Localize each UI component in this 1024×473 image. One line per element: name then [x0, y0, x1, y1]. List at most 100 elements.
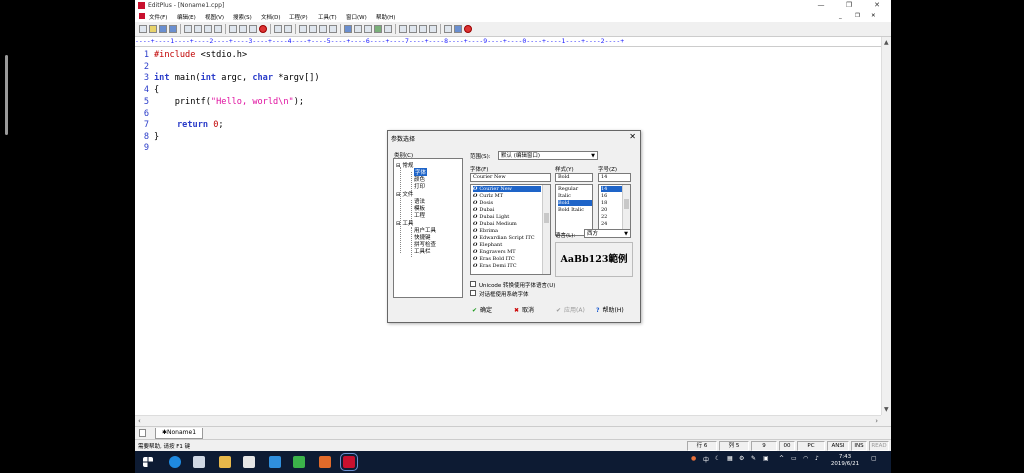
mdi-close-button[interactable]: ✕ — [871, 13, 876, 19]
menu-help[interactable]: 帮助(H) — [376, 13, 395, 21]
menu-project[interactable]: 工程(P) — [289, 13, 308, 21]
tray-network-icon[interactable]: ▣ — [763, 455, 769, 462]
list-item[interactable]: Italic — [558, 193, 571, 199]
list-item[interactable]: O Engravers MT — [473, 249, 516, 255]
cancel-button[interactable]: ✖ 取消 — [514, 305, 534, 317]
undo-icon[interactable] — [274, 25, 282, 33]
tree-item-print[interactable]: 打印 — [414, 182, 425, 190]
apply-button[interactable]: ✔ 应用(A) — [556, 305, 585, 317]
column-select-icon[interactable] — [384, 25, 392, 33]
start-icon[interactable] — [143, 457, 153, 467]
unicode-checkbox-label[interactable]: Unicode 转换使用字体语言(U) — [479, 281, 555, 289]
app-icon-blue[interactable] — [269, 456, 281, 468]
menu-view[interactable]: 视图(V) — [205, 13, 224, 21]
tray-tools-icon[interactable]: ✎ — [751, 455, 756, 462]
mail-icon[interactable] — [243, 456, 255, 468]
list-item[interactable]: O Eras Demi ITC — [473, 263, 517, 269]
tree-item-general[interactable]: ⊟ 常规 — [396, 161, 413, 169]
menu-search[interactable]: 搜索(S) — [233, 13, 252, 21]
taskbar-clock[interactable]: 7:43 2019/6/21 — [825, 454, 865, 468]
mdi-minimize-button[interactable]: _ — [839, 13, 842, 19]
tree-item-project[interactable]: 工程 — [414, 211, 425, 219]
spellcheck-icon[interactable] — [204, 25, 212, 33]
size-input[interactable]: 14 — [598, 173, 631, 182]
list-item[interactable]: 16 — [601, 193, 607, 199]
unicode-checkbox[interactable] — [470, 281, 476, 287]
scroll-right-icon[interactable]: › — [875, 417, 878, 425]
paste-icon[interactable] — [249, 25, 257, 33]
notification-center-icon[interactable]: ▢ — [871, 455, 877, 462]
tray-settings-icon[interactable]: ⚙ — [739, 455, 744, 462]
tree-item-toolbar[interactable]: 工具栏 — [414, 247, 431, 255]
list-item[interactable]: O Dubai Medium — [473, 221, 517, 227]
font-list-scrollbar[interactable] — [542, 185, 550, 274]
stop-icon[interactable] — [464, 25, 472, 33]
list-item[interactable]: 24 — [601, 221, 607, 227]
find-next-icon[interactable] — [319, 25, 327, 33]
output-window-icon[interactable] — [429, 25, 437, 33]
replace-icon[interactable] — [309, 25, 317, 33]
copy-icon[interactable] — [239, 25, 247, 33]
system-font-checkbox-label[interactable]: 对话框使用系统字体 — [479, 290, 529, 298]
tree-item-tools[interactable]: ⊟ 工具 — [396, 219, 413, 227]
list-item[interactable]: O Curlz MT — [473, 193, 503, 199]
word-wrap-icon[interactable] — [354, 25, 362, 33]
scroll-thumb[interactable] — [544, 213, 549, 223]
store-icon[interactable] — [193, 456, 205, 468]
minimize-button[interactable]: — — [807, 0, 835, 11]
menu-tools[interactable]: 工具(T) — [318, 13, 337, 21]
dialog-close-icon[interactable]: ✕ — [629, 132, 636, 141]
list-item[interactable]: Regular — [558, 186, 578, 192]
list-item[interactable]: O Dosis — [473, 200, 493, 206]
edge-browser-icon[interactable] — [169, 456, 181, 468]
delete-icon[interactable] — [259, 25, 267, 33]
scroll-left-icon[interactable]: ‹ — [138, 417, 141, 425]
clipboard-icon[interactable] — [214, 25, 222, 33]
browser-icon[interactable] — [399, 25, 407, 33]
list-item[interactable]: 20 — [601, 207, 607, 213]
close-button[interactable]: ✕ — [863, 0, 891, 11]
tree-item-files[interactable]: ⊟ 文件 — [396, 190, 413, 198]
language-select[interactable]: 西方 ▼ — [584, 229, 631, 238]
list-item[interactable]: 14 — [601, 186, 623, 192]
tray-battery-icon[interactable]: ▭ — [791, 455, 797, 462]
system-font-checkbox[interactable] — [470, 290, 476, 296]
menu-edit[interactable]: 编辑(E) — [177, 13, 196, 21]
ime-indicator[interactable]: 中 — [703, 455, 709, 464]
print-preview-icon[interactable] — [194, 25, 202, 33]
tab-noname1[interactable]: ✱Noname1 — [155, 428, 204, 439]
open-folder-icon[interactable] — [149, 25, 157, 33]
list-item[interactable]: O Eras Bold ITC — [473, 256, 515, 262]
preferences-icon[interactable] — [444, 25, 452, 33]
document-menu-icon[interactable] — [139, 13, 145, 19]
ruler-icon[interactable] — [364, 25, 372, 33]
style-input[interactable]: Bold — [555, 173, 593, 182]
list-item[interactable]: Bold — [558, 200, 592, 206]
file-explorer-icon[interactable] — [219, 456, 231, 468]
editplus-taskbar-icon[interactable] — [340, 453, 358, 471]
redo-icon[interactable] — [284, 25, 292, 33]
print-icon[interactable] — [184, 25, 192, 33]
list-item[interactable]: Bold Italic — [558, 207, 584, 213]
maximize-button[interactable]: ❐ — [835, 0, 863, 11]
menu-file[interactable]: 文件(F) — [149, 13, 167, 21]
category-tree[interactable]: ⊟ 常规 字体 颜色 打印 ⊟ 文件 语法 模板 工程 ⊟ 工具 用户工具 快捷… — [393, 158, 463, 298]
line-number-icon[interactable] — [374, 25, 382, 33]
menu-document[interactable]: 文档(D) — [261, 13, 281, 21]
save-icon[interactable] — [159, 25, 167, 33]
help-button[interactable]: ? 帮助(H) — [596, 305, 624, 317]
scroll-up-icon[interactable]: ▲ — [884, 39, 889, 46]
app-icon-green[interactable] — [293, 456, 305, 468]
tray-app-icon[interactable]: ● — [691, 455, 696, 462]
list-item[interactable]: O Dubai Light — [473, 214, 509, 220]
list-item[interactable]: 18 — [601, 200, 607, 206]
new-file-icon[interactable] — [139, 25, 147, 33]
font-list[interactable]: O Courier New O Curlz MT O Dosis O Dubai O Du… — [470, 184, 551, 275]
save-all-icon[interactable] — [169, 25, 177, 33]
clipboard-text-icon[interactable] — [419, 25, 427, 33]
cut-icon[interactable] — [229, 25, 237, 33]
help-icon[interactable] — [454, 25, 462, 33]
directory-icon[interactable] — [409, 25, 417, 33]
horizontal-scrollbar[interactable]: ‹ › — [135, 415, 881, 426]
mdi-restore-button[interactable]: ❐ — [855, 13, 860, 19]
